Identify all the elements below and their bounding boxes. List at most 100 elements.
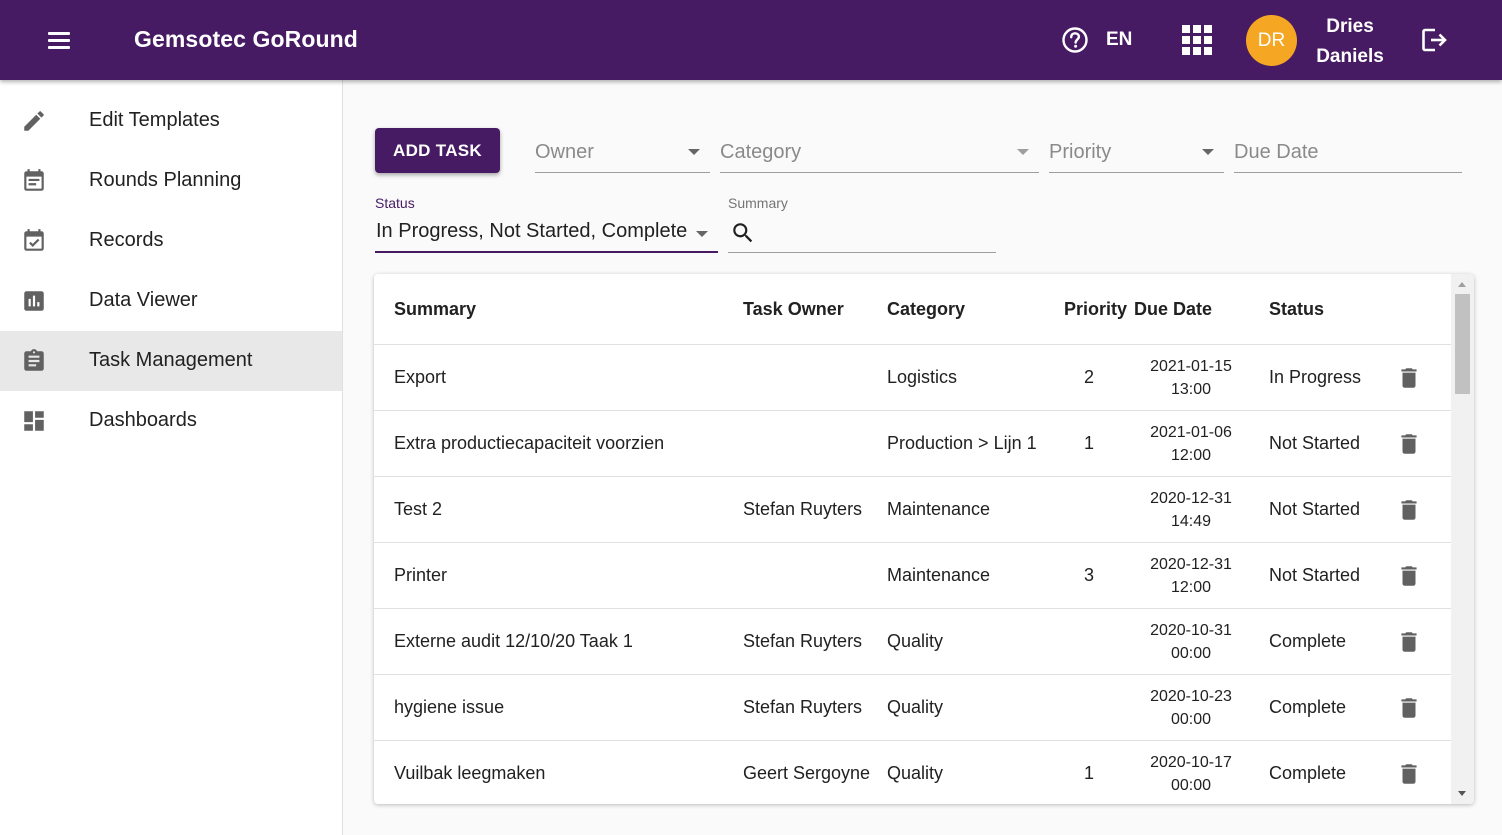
delete-icon[interactable] xyxy=(1396,364,1422,392)
cell-owner: Stefan Ruyters xyxy=(743,697,863,717)
due-date-field[interactable]: Due Date xyxy=(1234,127,1462,173)
header-category[interactable]: Category xyxy=(887,299,965,320)
add-task-button[interactable]: ADD TASK xyxy=(375,128,500,173)
table-row[interactable]: Vuilbak leegmaken Geert Sergoyne Quality… xyxy=(374,741,1451,804)
table-scrollbar[interactable] xyxy=(1451,274,1474,804)
sidebar-item-data-viewer[interactable]: Data Viewer xyxy=(0,271,342,331)
cell-status: Complete xyxy=(1269,697,1347,717)
table-row[interactable]: Externe audit 12/10/20 Taak 1 Stefan Ruy… xyxy=(374,609,1451,675)
due-time: 00:00 xyxy=(1170,645,1212,662)
cell-priority: 3 xyxy=(1083,565,1094,585)
app-bar: Gemsotec GoRound EN DR Dries Daniels xyxy=(0,0,1502,80)
delete-icon[interactable] xyxy=(1396,496,1422,524)
delete-icon[interactable] xyxy=(1396,760,1422,788)
cell-status: Complete xyxy=(1269,631,1347,651)
logout-icon[interactable] xyxy=(1420,26,1448,54)
user-name[interactable]: Dries Daniels xyxy=(1312,12,1388,72)
priority-select[interactable]: Priority xyxy=(1049,127,1224,173)
due-date: 2020-12-31 xyxy=(1150,556,1232,573)
table-row[interactable]: Printer Maintenance 3 2020-12-31 12:00 No… xyxy=(374,543,1451,609)
sidebar-item-records[interactable]: Records xyxy=(0,211,342,271)
table-row[interactable]: Test 2 Stefan Ruyters Maintenance 2020-1… xyxy=(374,477,1451,543)
dashboard-icon xyxy=(24,411,44,431)
cell-summary: hygiene issue xyxy=(394,697,505,717)
cell-summary: Printer xyxy=(394,565,448,585)
chevron-down-icon xyxy=(1017,149,1029,155)
summary-search: Summary xyxy=(728,194,996,253)
avatar[interactable]: DR xyxy=(1246,15,1297,66)
cell-priority: 2 xyxy=(1083,367,1094,387)
scroll-up-icon[interactable] xyxy=(1458,282,1466,287)
app-title: Gemsotec GoRound xyxy=(134,26,358,52)
due-date: 2020-10-23 xyxy=(1150,688,1232,705)
owner-placeholder: Owner xyxy=(535,141,594,163)
cell-due-date: 2020-10-23 00:00 xyxy=(1136,685,1246,731)
due-date: 2020-12-31 xyxy=(1150,490,1232,507)
table-header: Summary Task Owner Category Priority Due… xyxy=(374,274,1451,345)
delete-icon[interactable] xyxy=(1396,694,1422,722)
due-date: 2021-01-15 xyxy=(1150,358,1232,375)
task-table: Summary Task Owner Category Priority Due… xyxy=(374,274,1474,804)
table-row[interactable]: hygiene issue Stefan Ruyters Quality 202… xyxy=(374,675,1451,741)
table-row[interactable]: Export Logistics 2 2021-01-15 13:00 In Pr… xyxy=(374,345,1451,411)
help-icon[interactable] xyxy=(1061,26,1089,54)
calendar-icon xyxy=(24,169,44,191)
language-selector[interactable]: EN xyxy=(1106,29,1132,51)
cell-category: Quality xyxy=(887,697,944,717)
category-select[interactable]: Category xyxy=(720,127,1039,173)
header-summary[interactable]: Summary xyxy=(394,299,476,320)
header-due-date[interactable]: Due Date xyxy=(1134,299,1212,320)
sidebar-item-label: Edit Templates xyxy=(89,109,220,131)
sidebar-item-edit-templates[interactable]: Edit Templates xyxy=(0,91,342,151)
due-date: 2020-10-17 xyxy=(1150,754,1232,771)
header-task-owner[interactable]: Task Owner xyxy=(743,299,844,320)
scrollbar-thumb[interactable] xyxy=(1455,294,1470,394)
cell-status: Not Started xyxy=(1269,499,1361,519)
cell-status: In Progress xyxy=(1269,367,1362,387)
sidebar-item-rounds-planning[interactable]: Rounds Planning xyxy=(0,151,342,211)
delete-icon[interactable] xyxy=(1396,562,1422,590)
chevron-down-icon xyxy=(688,149,700,155)
cell-summary: Extra productiecapaciteit voorzien xyxy=(394,433,665,453)
search-icon xyxy=(733,223,753,243)
header-priority[interactable]: Priority xyxy=(1064,299,1127,320)
table-row[interactable]: Extra productiecapaciteit voorzien Produ… xyxy=(374,411,1451,477)
delete-icon[interactable] xyxy=(1396,430,1422,458)
calendar-check-icon xyxy=(24,229,44,251)
apps-grid-icon[interactable] xyxy=(1180,23,1214,57)
bar-chart-icon xyxy=(24,291,44,311)
cell-status: Complete xyxy=(1269,763,1347,783)
cell-due-date: 2020-10-31 00:00 xyxy=(1136,619,1246,665)
cell-category: Maintenance xyxy=(887,499,991,519)
delete-icon[interactable] xyxy=(1396,628,1422,656)
priority-placeholder: Priority xyxy=(1049,141,1112,163)
sidebar-item-dashboards[interactable]: Dashboards xyxy=(0,391,342,451)
cell-owner: Stefan Ruyters xyxy=(743,499,863,519)
header-status[interactable]: Status xyxy=(1269,299,1324,320)
cell-owner: Geert Sergoyne xyxy=(743,763,871,783)
cell-due-date: 2020-10-17 00:00 xyxy=(1136,751,1246,797)
cell-category: Quality xyxy=(887,763,944,783)
cell-category: Logistics xyxy=(887,367,958,387)
scroll-down-icon[interactable] xyxy=(1458,791,1466,796)
due-time: 12:00 xyxy=(1170,447,1212,464)
owner-select[interactable]: Owner xyxy=(535,127,710,173)
cell-due-date: 2021-01-06 12:00 xyxy=(1136,421,1246,467)
due-date: 2020-10-31 xyxy=(1150,622,1232,639)
cell-priority: 1 xyxy=(1083,763,1094,783)
due-time: 14:49 xyxy=(1170,513,1212,530)
sidebar-item-task-management[interactable]: Task Management xyxy=(0,331,342,391)
summary-input[interactable] xyxy=(764,220,992,246)
cell-priority: 1 xyxy=(1083,433,1094,453)
status-value: In Progress, Not Started, Complete xyxy=(376,220,688,242)
cell-summary: Externe audit 12/10/20 Taak 1 xyxy=(394,631,633,651)
sidebar-item-label: Rounds Planning xyxy=(89,169,242,191)
cell-due-date: 2020-12-31 14:49 xyxy=(1136,487,1246,533)
cell-category: Production > Lijn 1 xyxy=(887,433,1037,453)
user-last-name: Daniels xyxy=(1316,46,1384,67)
cell-owner: Stefan Ruyters xyxy=(743,631,863,651)
menu-icon[interactable] xyxy=(44,26,74,54)
cell-summary: Test 2 xyxy=(394,499,443,519)
status-select[interactable]: Status In Progress, Not Started, Complet… xyxy=(375,194,718,253)
pencil-icon xyxy=(24,111,44,131)
